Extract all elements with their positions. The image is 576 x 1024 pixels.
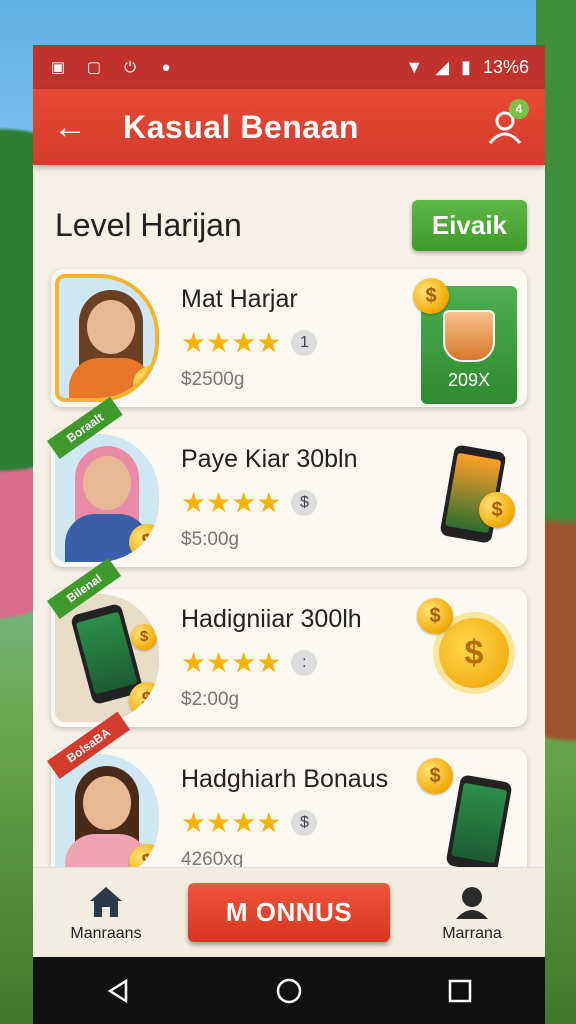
nav-home[interactable]: Manraans bbox=[61, 883, 151, 943]
section-title: Level Harijan bbox=[55, 206, 242, 243]
card-title: Mat Harjar bbox=[181, 285, 298, 313]
level-list: $ Mat Harjar ★★★★ 1 $2500g 209X $ $ Bora… bbox=[47, 269, 527, 909]
avatar-face bbox=[87, 300, 135, 354]
list-item[interactable]: $ Mat Harjar ★★★★ 1 $2500g 209X $ bbox=[51, 269, 527, 407]
avatar-face bbox=[83, 456, 131, 510]
notification-badge: 4 bbox=[509, 99, 529, 119]
record-icon: ● bbox=[161, 58, 171, 76]
coin-icon: $ bbox=[479, 492, 515, 528]
avatar: $ bbox=[55, 754, 159, 882]
star-rating: ★★★★ 1 bbox=[181, 326, 417, 359]
list-item[interactable]: $ Boraalt Paye Kiar 30bln ★★★★ $ $5:00g … bbox=[47, 396, 527, 567]
status-bar: ▣ ▢ ⏻ ● ▼ ◢ ▮ 13%6 bbox=[33, 45, 545, 89]
nav-profile-label: Marrana bbox=[442, 924, 502, 942]
rating-badge: $ bbox=[291, 489, 318, 516]
sun-coin-icon: $ bbox=[439, 618, 509, 688]
stars-icon: ★★★★ bbox=[181, 327, 282, 358]
recents-square-icon[interactable] bbox=[446, 977, 474, 1005]
phone-icon bbox=[445, 774, 513, 874]
star-rating: ★★★★ $ bbox=[181, 806, 417, 839]
card-price: $5:00g bbox=[181, 529, 240, 550]
app-title: Kasual Benaan bbox=[123, 108, 359, 145]
reward-tile[interactable]: $ bbox=[417, 758, 517, 878]
nav-home-label: Manraans bbox=[70, 924, 142, 942]
save-icon: ▣ bbox=[50, 59, 66, 76]
rating-badge: $ bbox=[291, 809, 318, 836]
list-item[interactable]: $ $ Bilenal Hadigniiar 300lh ★★★★ : $2:0… bbox=[47, 557, 527, 727]
card-body: Paye Kiar 30bln ★★★★ $ $5:00g bbox=[181, 445, 417, 551]
rating-badge: : bbox=[291, 649, 318, 676]
stars-icon: ★★★★ bbox=[181, 487, 282, 518]
status-right: ▼ ◢ ▮ 13%6 bbox=[405, 57, 529, 78]
battery-icon: ▮ bbox=[461, 56, 471, 77]
reward-tile[interactable]: $ bbox=[417, 438, 517, 558]
stars-icon: ★★★★ bbox=[181, 807, 282, 838]
card-body: Hadghiarh Bonaus ★★★★ $ 4260xg bbox=[181, 765, 417, 871]
coin-icon: $ bbox=[131, 624, 157, 650]
star-rating: ★★★★ : bbox=[181, 646, 417, 679]
reward-tile[interactable]: 209X $ bbox=[413, 278, 517, 404]
card-price: $2:00g bbox=[181, 689, 240, 710]
star-rating: ★★★★ $ bbox=[181, 486, 417, 519]
app-bar: ← Kasual Benaan 4 bbox=[33, 89, 545, 165]
wifi-icon: ▼ bbox=[405, 56, 424, 77]
card-body: Mat Harjar ★★★★ 1 $2500g bbox=[181, 285, 417, 391]
battery-text: 13%6 bbox=[482, 56, 529, 77]
alert-square-icon: ▢ bbox=[86, 59, 102, 76]
rating-badge: 1 bbox=[291, 329, 318, 356]
nav-profile[interactable]: Marrana bbox=[427, 883, 517, 943]
bottom-nav: Manraans M ONNUS Marrana bbox=[33, 867, 545, 957]
drink-icon bbox=[443, 310, 495, 362]
coin-icon: $ bbox=[417, 598, 453, 634]
coin-icon: $ bbox=[129, 524, 159, 560]
profile-icon bbox=[456, 886, 488, 919]
card-price: $2500g bbox=[181, 369, 245, 390]
home-icon bbox=[90, 886, 122, 917]
stars-icon: ★★★★ bbox=[181, 647, 282, 678]
avatar: $ bbox=[55, 274, 159, 402]
app-screen: ▣ ▢ ⏻ ● ▼ ◢ ▮ 13%6 ← Kasual Benaan 4 Lev… bbox=[33, 45, 545, 1024]
coin-icon: $ bbox=[417, 758, 453, 794]
reward-label: 209X bbox=[447, 370, 491, 390]
power-icon: ⏻ bbox=[124, 58, 136, 76]
card-title: Hadigniiar 300lh bbox=[181, 605, 362, 633]
back-triangle-icon[interactable] bbox=[104, 977, 132, 1005]
avatar: $ bbox=[55, 434, 159, 562]
back-arrow-icon[interactable]: ← bbox=[53, 108, 93, 147]
coin-icon: $ bbox=[413, 278, 449, 314]
system-nav-bar bbox=[33, 957, 545, 1024]
section-action-button[interactable]: Eivaik bbox=[411, 199, 527, 251]
signal-icon: ◢ bbox=[435, 56, 450, 77]
coin-icon: $ bbox=[129, 682, 159, 718]
reward-tile[interactable]: $ $ bbox=[417, 598, 517, 718]
bonus-button[interactable]: M ONNUS bbox=[187, 883, 391, 942]
section-header: Level Harijan Eivaik bbox=[33, 165, 545, 255]
card-title: Hadghiarh Bonaus bbox=[181, 765, 389, 793]
home-circle-icon[interactable] bbox=[275, 977, 303, 1005]
card-title: Paye Kiar 30bln bbox=[181, 445, 358, 473]
card-body: Hadigniiar 300lh ★★★★ : $2:00g bbox=[181, 605, 417, 711]
avatar: $ $ bbox=[55, 594, 159, 722]
avatar-face bbox=[83, 776, 131, 830]
profile-button[interactable]: 4 bbox=[485, 99, 529, 147]
